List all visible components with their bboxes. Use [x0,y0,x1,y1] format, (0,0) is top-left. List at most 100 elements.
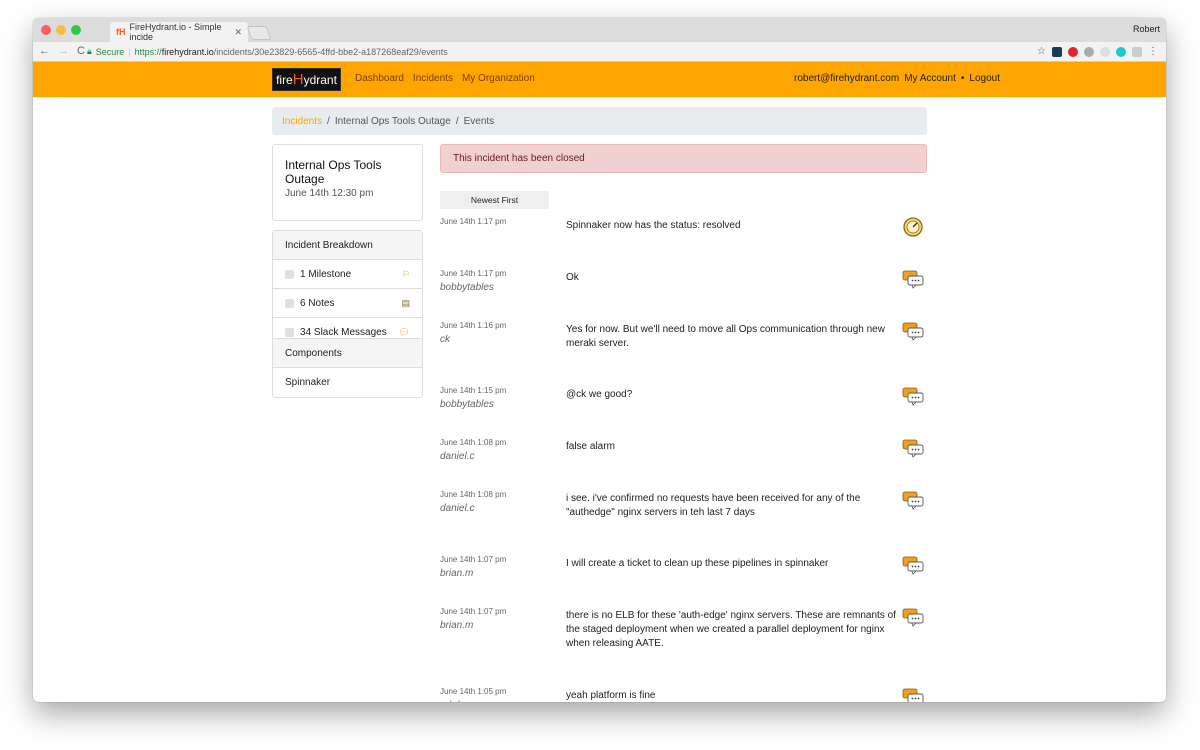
bookmark-star-icon[interactable]: ☆ [1037,46,1046,57]
event-text: Spinnaker now has the status: resolved [566,220,741,231]
favicon-icon: fH [116,27,126,37]
breadcrumb-incident[interactable]: Internal Ops Tools Outage [335,116,451,127]
sort-order-button[interactable]: Newest First [440,191,549,209]
minimize-window-button[interactable] [56,25,66,35]
event-text: i see. i've confirmed no requests have b… [566,493,861,518]
checkbox[interactable] [285,298,294,308]
logo-text: ydrant [303,72,337,87]
extensions-bar: ☆ ⋮ [1037,46,1158,57]
secure-label: Secure [95,46,125,57]
profile-name[interactable]: Robert [1133,24,1160,34]
incident-summary-card: Internal Ops Tools Outage June 14th 12:3… [272,144,423,221]
chat-icon: 💬︎ [398,327,410,337]
user-nav: robert@firehydrant.com My Account • Logo… [794,73,1000,84]
browser-tab-bar: fH FireHydrant.io - Simple incide ✕ Robe… [33,18,1166,42]
event-user: brian.m [440,620,474,631]
extension-icon[interactable] [1084,46,1094,57]
new-tab-button[interactable] [246,26,272,40]
component-label: Spinnaker [285,377,331,388]
nav-separator: • [960,73,965,84]
url-field[interactable]: 🔒︎ Secure | https://firehydrant.io/incid… [87,44,1026,59]
breakdown-label: 6 Notes [300,297,335,309]
forward-arrow-icon[interactable]: → [58,46,69,57]
event-user: daniel.c [440,451,475,462]
checkbox[interactable] [285,328,294,337]
breadcrumb-current: Events [463,115,495,127]
zoom-window-button[interactable] [71,25,81,35]
breakdown-heading: Incident Breakdown [273,231,422,260]
url-scheme: https:// [134,46,162,57]
lock-icon: 🔒︎ [87,46,92,56]
firehydrant-logo[interactable]: fire Hydrant [272,68,341,91]
event-time: June 14th 1:08 pm [440,490,507,499]
components-card: Components Spinnaker [272,338,423,398]
nav-link-my-organization[interactable]: My Organization [462,73,535,84]
event-user: daniel.c [440,503,475,514]
incident-title: Internal Ops Tools Outage [285,158,382,186]
breadcrumb: Incidents / Internal Ops Tools Outage / … [272,107,927,135]
incident-breakdown-card: Incident Breakdown 1 Milestone ⚐ 6 Notes… [272,230,423,348]
url-host: firehydrant.io [161,46,214,57]
url-path: /incidents/30e23829-6565-4ffd-bbe2-a1872… [213,46,448,57]
breakdown-label: 34 Slack Messages [300,327,387,338]
component-item[interactable]: Spinnaker [273,368,422,397]
nav-link-incidents[interactable]: Incidents [413,73,453,84]
chat-bubble-icon [902,491,924,510]
app-navbar: fire Hydrant Dashboard Incidents My Organ… [33,62,1166,97]
event-text: @ck we good? [566,389,633,400]
event-time: June 14th 1:05 pm [440,687,507,696]
event-time: June 14th 1:08 pm [440,438,507,447]
event-user: ck [440,334,450,345]
user-email[interactable]: robert@firehydrant.com [794,73,899,84]
chat-bubble-icon [902,439,924,458]
milestone-icon: ⚐ [401,268,410,279]
breakdown-filter-notes[interactable]: 6 Notes ▤ [273,289,422,318]
tab-title: FireHydrant.io - Simple incide [129,22,222,42]
event-text: Ok [566,272,579,283]
back-arrow-icon[interactable]: ← [39,46,50,57]
menu-dots-icon[interactable]: ⋮ [1148,46,1158,57]
chat-bubble-icon [902,608,924,627]
close-window-button[interactable] [41,25,51,35]
components-heading: Components [273,339,422,368]
browser-tab[interactable]: fH FireHydrant.io - Simple incide ✕ [110,22,248,42]
event-user: bobbytables [440,282,494,293]
tab-close-icon[interactable]: ✕ [234,27,242,38]
event-text: there is no ELB for these 'auth-edge' ng… [566,610,896,649]
logo-text: H [292,71,304,88]
my-account-link[interactable]: My Account [904,73,956,84]
note-icon: ▤ [401,297,410,308]
breadcrumb-separator: / [455,115,459,127]
event-time: June 14th 1:17 pm [440,217,507,226]
url-divider: | [128,46,131,57]
event-user: bobbytables [440,399,494,410]
nav-link-dashboard[interactable]: Dashboard [355,73,404,84]
incident-closed-alert: This incident has been closed [440,144,927,173]
extension-icon[interactable] [1052,46,1062,57]
logout-link[interactable]: Logout [969,73,1000,84]
breakdown-label: 1 Milestone [300,268,352,280]
chat-bubble-icon [902,556,924,575]
event-text: yeah platform is fine [566,690,656,701]
checkbox[interactable] [285,269,294,279]
event-time: June 14th 1:07 pm [440,555,507,564]
adblock-icon[interactable] [1068,46,1078,57]
chat-bubble-icon [902,270,924,289]
logo-text: fire [276,72,293,87]
chat-bubble-icon [902,322,924,341]
browser-window: fH FireHydrant.io - Simple incide ✕ Robe… [33,18,1166,702]
event-text: I will create a ticket to clean up these… [566,558,829,569]
event-time: June 14th 1:17 pm [440,269,507,278]
event-time: June 14th 1:07 pm [440,607,507,616]
event-text: Yes for now. But we'll need to move all … [566,324,885,349]
extension-icon[interactable] [1100,46,1110,57]
status-gauge-icon [903,217,923,237]
event-user: rob.hooper [440,700,488,702]
breadcrumb-incidents[interactable]: Incidents [282,116,322,127]
breakdown-filter-milestone[interactable]: 1 Milestone ⚐ [273,260,422,289]
nav-links: Dashboard Incidents My Organization [355,73,535,84]
extension-icon[interactable] [1116,46,1126,57]
reload-icon[interactable]: C [77,46,85,57]
chat-bubble-icon [902,387,924,406]
cast-icon[interactable] [1132,46,1142,57]
